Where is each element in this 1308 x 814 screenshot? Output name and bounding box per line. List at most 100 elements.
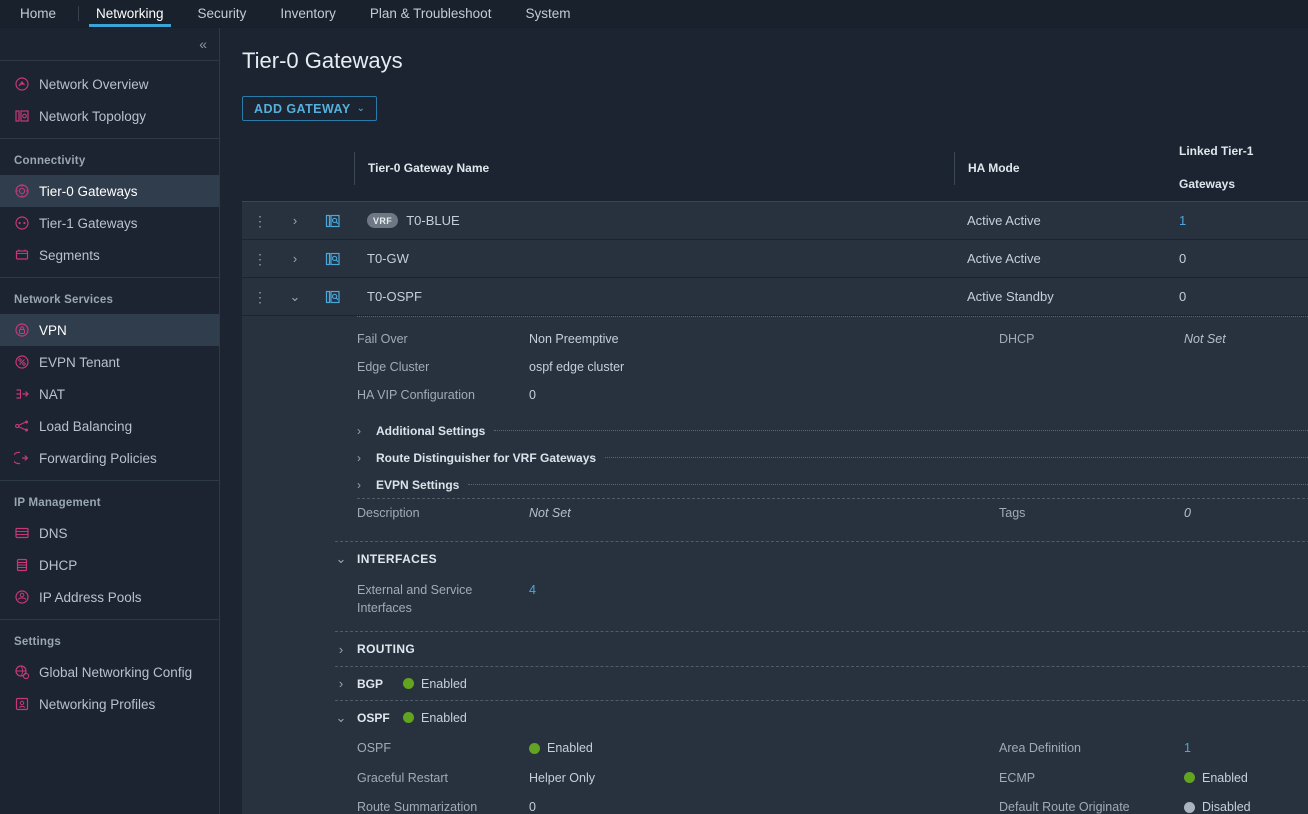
topnav-item-networking[interactable]: Networking [79,0,181,27]
sidebar-label-tier1-gateways: Tier-1 Gateways [39,215,138,231]
sidebar-item-forwarding-policies[interactable]: Forwarding Policies [0,442,219,474]
topnav-item-home[interactable]: Home [0,0,78,27]
table-header-linked[interactable]: Linked Tier-1 Gateways [1166,135,1308,202]
chevron-down-icon[interactable]: ⌄ [278,289,312,305]
row-expand-cell[interactable]: › [278,239,312,278]
sidebar-item-dhcp[interactable]: DHCP [0,549,219,581]
chevron-right-icon: › [357,450,361,465]
fail-over-label: Fail Over [357,332,408,346]
row-menu-cell[interactable]: ⋮ [242,277,278,316]
sidebar-group-connectivity: Connectivity Tier-0 Gateways Tier-1 Gate… [0,138,219,271]
row-topology-cell[interactable] [312,277,354,316]
topnav-label-networking: Networking [96,6,164,21]
evpn-settings-label: EVPN Settings [376,477,460,492]
topology-view-icon[interactable] [312,251,354,267]
row-kebab-menu-icon[interactable]: ⋮ [242,252,278,266]
bgp-section-toggle[interactable]: › BGP Enabled [335,667,1308,700]
sidebar-item-load-balancing[interactable]: Load Balancing [0,410,219,442]
sidebar-item-evpn-tenant[interactable]: EVPN Tenant [0,346,219,378]
chevron-right-icon[interactable]: › [335,676,347,691]
chevron-right-icon[interactable]: › [278,251,312,266]
status-dot-icon [403,712,414,723]
sidebar-label-dns: DNS [39,525,68,541]
topology-view-icon[interactable] [312,289,354,305]
row-menu-cell[interactable]: ⋮ [242,201,278,240]
ecmp-status-badge: Enabled [1184,764,1248,792]
row-expand-cell[interactable]: › [278,201,312,240]
external-service-interfaces-label: External and Service Interfaces [357,583,473,615]
sidebar-item-tier0-gateways[interactable]: Tier-0 Gateways [0,175,219,207]
additional-settings-label: Additional Settings [376,423,486,438]
ospf-section-label: OSPF [357,710,390,725]
row-topology-cell[interactable] [312,239,354,278]
row-gateway-name[interactable]: T0-GW [367,251,409,266]
add-gateway-label: ADD GATEWAY [254,101,351,116]
vrf-badge: VRF [367,213,399,228]
dhcp-icon [14,557,30,573]
table-row[interactable]: ⋮ ⌄ T0-OSPF Active Standby 0 [242,277,1308,316]
nat-icon [14,386,30,402]
bgp-status-badge: Enabled [403,677,467,691]
chevron-right-icon[interactable]: › [278,213,312,228]
row-menu-cell[interactable]: ⋮ [242,239,278,278]
sidebar-collapse-button[interactable]: « [0,28,219,61]
table-header-topology [312,135,354,202]
topnav-label-system: System [525,6,571,21]
topnav-item-plan-troubleshoot[interactable]: Plan & Troubleshoot [353,0,509,27]
sidebar-item-tier1-gateways[interactable]: Tier-1 Gateways [0,207,219,239]
segments-icon [14,247,30,263]
row-kebab-menu-icon[interactable]: ⋮ [242,214,278,228]
sidebar-item-ip-address-pools[interactable]: IP Address Pools [0,581,219,613]
area-definition-value[interactable]: 1 [1184,734,1308,764]
table-header-ha-mode[interactable]: HA Mode [954,135,1166,202]
sidebar-label-ip-address-pools: IP Address Pools [39,589,142,605]
app-root: Home Networking Security Inventory Plan … [0,0,1308,814]
ospf-section-toggle[interactable]: ⌄ OSPF Enabled [335,701,1308,734]
interfaces-section-toggle[interactable]: ⌄ INTERFACES [335,542,1308,576]
forwarding-policies-icon [14,450,30,466]
ecmp-label: ECMP [999,770,1036,785]
row-gateway-name[interactable]: T0-BLUE [406,213,459,228]
chevron-down-icon[interactable]: ⌄ [335,710,347,726]
chevron-right-icon: › [338,641,344,657]
row-name-cell: T0-GW [354,239,954,278]
sidebar-item-network-overview[interactable]: Network Overview [0,68,219,100]
route-summarization-label: Route Summarization [357,800,478,814]
topnav-label-home: Home [20,6,57,21]
topology-view-icon[interactable] [312,213,354,229]
sidebar-item-dns[interactable]: DNS [0,517,219,549]
topnav-item-inventory[interactable]: Inventory [263,0,353,27]
sidebar-label-vpn: VPN [39,322,67,338]
sidebar-item-segments[interactable]: Segments [0,239,219,271]
topnav-item-security[interactable]: Security [181,0,264,27]
gateways-table-wrap: Tier-0 Gateway Name HA Mode Linked Tier-… [220,135,1308,814]
sidebar-item-networking-profiles[interactable]: Networking Profiles [0,688,219,720]
route-distinguisher-toggle[interactable]: › Route Distinguisher for VRF Gateways [357,444,1308,471]
default-route-originate-label: Default Route Originate [999,800,1130,814]
external-service-interfaces-value[interactable]: 4 [529,576,1308,617]
row-kebab-menu-icon[interactable]: ⋮ [242,290,278,304]
global-networking-config-icon [14,664,30,680]
ecmp-status-text: Enabled [1202,770,1248,785]
table-row[interactable]: ⋮ › T0-GW Active Active 0 [242,239,1308,278]
sidebar-item-global-networking-config[interactable]: Global Networking Config [0,656,219,688]
add-gateway-button[interactable]: ADD GATEWAY ⌄ [242,96,378,121]
sidebar-group-top: Network Overview Network Topology [0,61,219,132]
row-topology-cell[interactable] [312,201,354,240]
routing-section-toggle[interactable]: › ROUTING [335,632,1308,666]
sidebar-item-vpn[interactable]: VPN [0,314,219,346]
topnav-item-system[interactable]: System [508,0,587,27]
table-header-name[interactable]: Tier-0 Gateway Name [354,135,954,202]
row-linked-count[interactable]: 1 [1166,213,1308,228]
bgp-status-text: Enabled [421,676,467,691]
additional-settings-toggle[interactable]: › Additional Settings [357,417,1308,444]
sidebar-item-nat[interactable]: NAT [0,378,219,410]
fail-over-value: Non Preemptive [529,332,619,346]
row-linked-cell: 1 [1166,201,1308,240]
row-expand-cell[interactable]: ⌄ [278,277,312,316]
sidebar-item-network-topology[interactable]: Network Topology [0,100,219,132]
tier0-gateway-icon [14,183,30,199]
row-gateway-name[interactable]: T0-OSPF [367,289,422,304]
table-row[interactable]: ⋮ › VRF T0-BLUE Active Active 1 [242,201,1308,240]
evpn-settings-toggle[interactable]: › EVPN Settings [357,471,1308,498]
